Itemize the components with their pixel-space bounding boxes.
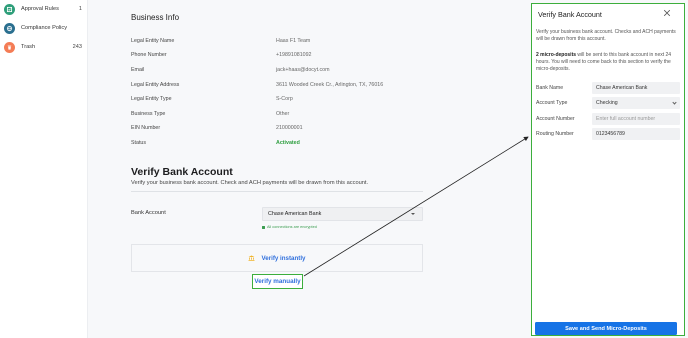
field-label: Account Number	[536, 116, 575, 122]
bank-account-label: Bank Account	[131, 210, 166, 216]
info-value: +19891081092	[276, 52, 312, 58]
info-label: Email	[131, 67, 145, 73]
info-value: jack+haas@docyt.com	[276, 67, 330, 73]
sidebar-item-compliance-policy[interactable]: Compliance Policy	[4, 20, 84, 36]
account-type-select[interactable]: Checking	[592, 97, 680, 109]
info-value: Other	[276, 111, 290, 117]
verify-bank-panel: Verify Bank Account Verify your business…	[531, 3, 685, 336]
sidebar-item-label: Approval Rules	[21, 6, 59, 12]
field-label: Account Type	[536, 100, 568, 106]
info-label: Business Type	[131, 111, 166, 117]
encryption-note-text: All connections are encrypted	[267, 225, 317, 229]
info-label: Legal Entity Name	[131, 38, 175, 44]
bank-name-field[interactable]: Chase American Bank	[592, 82, 680, 94]
bank-icon	[248, 255, 255, 261]
info-row-legal-entity-type: Legal Entity Type S-Corp	[131, 96, 421, 106]
field-bank-name: Bank Name Chase American Bank	[536, 82, 682, 94]
divider	[131, 191, 423, 192]
checklist-icon	[4, 3, 15, 15]
info-row-business-type: Business Type Other	[131, 111, 421, 121]
info-row-legal-entity-name: Legal Entity Name Haas F1 Team	[131, 38, 421, 48]
chevron-down-icon	[672, 100, 677, 105]
chevron-down-icon	[411, 213, 415, 215]
verify-instantly-label: Verify instantly	[261, 254, 306, 262]
sidebar: Approval Rules 1 Compliance Policy Trash…	[0, 0, 88, 338]
sidebar-item-count: 243	[72, 44, 82, 50]
info-value: S-Corp	[276, 96, 293, 102]
info-row-email: Email jack+haas@docyt.com	[131, 67, 421, 77]
routing-number-field[interactable]: 0123456789	[592, 128, 680, 140]
micro-deposit-count: 2 micro-deposits	[536, 52, 577, 58]
sidebar-item-count: 1	[78, 6, 82, 12]
bank-account-selected-value: Chase American Bank	[268, 211, 322, 217]
trash-icon	[4, 41, 15, 53]
bank-name-value: Chase American Bank	[596, 85, 648, 91]
main-content: Business Info Legal Entity Name Haas F1 …	[88, 0, 530, 338]
account-type-value: Checking	[596, 100, 618, 106]
section-title-business-info: Business Info	[131, 13, 180, 22]
save-and-send-button[interactable]: Save and Send Micro-Deposits	[535, 322, 677, 335]
info-label: Legal Entity Type	[131, 96, 172, 102]
verify-section-title: Verify Bank Account	[131, 166, 233, 178]
verify-section-subtitle: Verify your business bank account. Check…	[131, 180, 369, 186]
field-account-number: Account Number	[536, 113, 682, 125]
info-row-ein-number: EIN Number 210000001	[131, 125, 421, 135]
info-label: Status	[131, 140, 147, 146]
info-row-phone-number: Phone Number +19891081092	[131, 52, 421, 62]
sidebar-item-label: Compliance Policy	[21, 25, 68, 31]
panel-title: Verify Bank Account	[538, 10, 602, 19]
globe-icon	[4, 22, 15, 34]
field-label: Routing Number	[536, 131, 574, 137]
info-value: 210000001	[276, 125, 303, 131]
encryption-note: All connections are encrypted	[262, 225, 317, 229]
sidebar-item-trash[interactable]: Trash 243	[4, 39, 84, 55]
info-label: Legal Entity Address	[131, 82, 180, 88]
info-value: 3611 Wooded Creek Cr., Arlington, TX, 76…	[276, 82, 384, 88]
sidebar-item-label: Trash	[21, 44, 36, 50]
info-row-status: Status Activated	[131, 140, 421, 150]
sidebar-item-approval-rules[interactable]: Approval Rules 1	[4, 1, 84, 17]
panel-description: Verify your business bank account. Check…	[536, 29, 676, 42]
routing-number-value: 0123456789	[596, 131, 625, 137]
verify-manually-button[interactable]: Verify manually	[252, 274, 303, 289]
info-value: Haas F1 Team	[276, 38, 311, 44]
status-badge: Activated	[276, 140, 300, 146]
bank-account-select[interactable]: Chase American Bank	[262, 207, 423, 221]
verify-manually-label: Verify manually	[254, 278, 301, 285]
field-account-type: Account Type Checking	[536, 97, 682, 109]
info-label: EIN Number	[131, 125, 161, 131]
verify-instantly-button[interactable]: Verify instantly	[131, 244, 423, 272]
info-label: Phone Number	[131, 52, 167, 58]
panel-micro-deposit-note: 2 micro-deposits will be sent to this ba…	[536, 52, 682, 73]
account-number-input[interactable]	[592, 113, 680, 125]
close-icon[interactable]	[663, 9, 671, 17]
lock-icon	[262, 225, 265, 229]
field-routing-number: Routing Number 0123456789	[536, 128, 682, 140]
info-row-legal-entity-address: Legal Entity Address 3611 Wooded Creek C…	[131, 82, 421, 92]
field-label: Bank Name	[536, 85, 564, 91]
